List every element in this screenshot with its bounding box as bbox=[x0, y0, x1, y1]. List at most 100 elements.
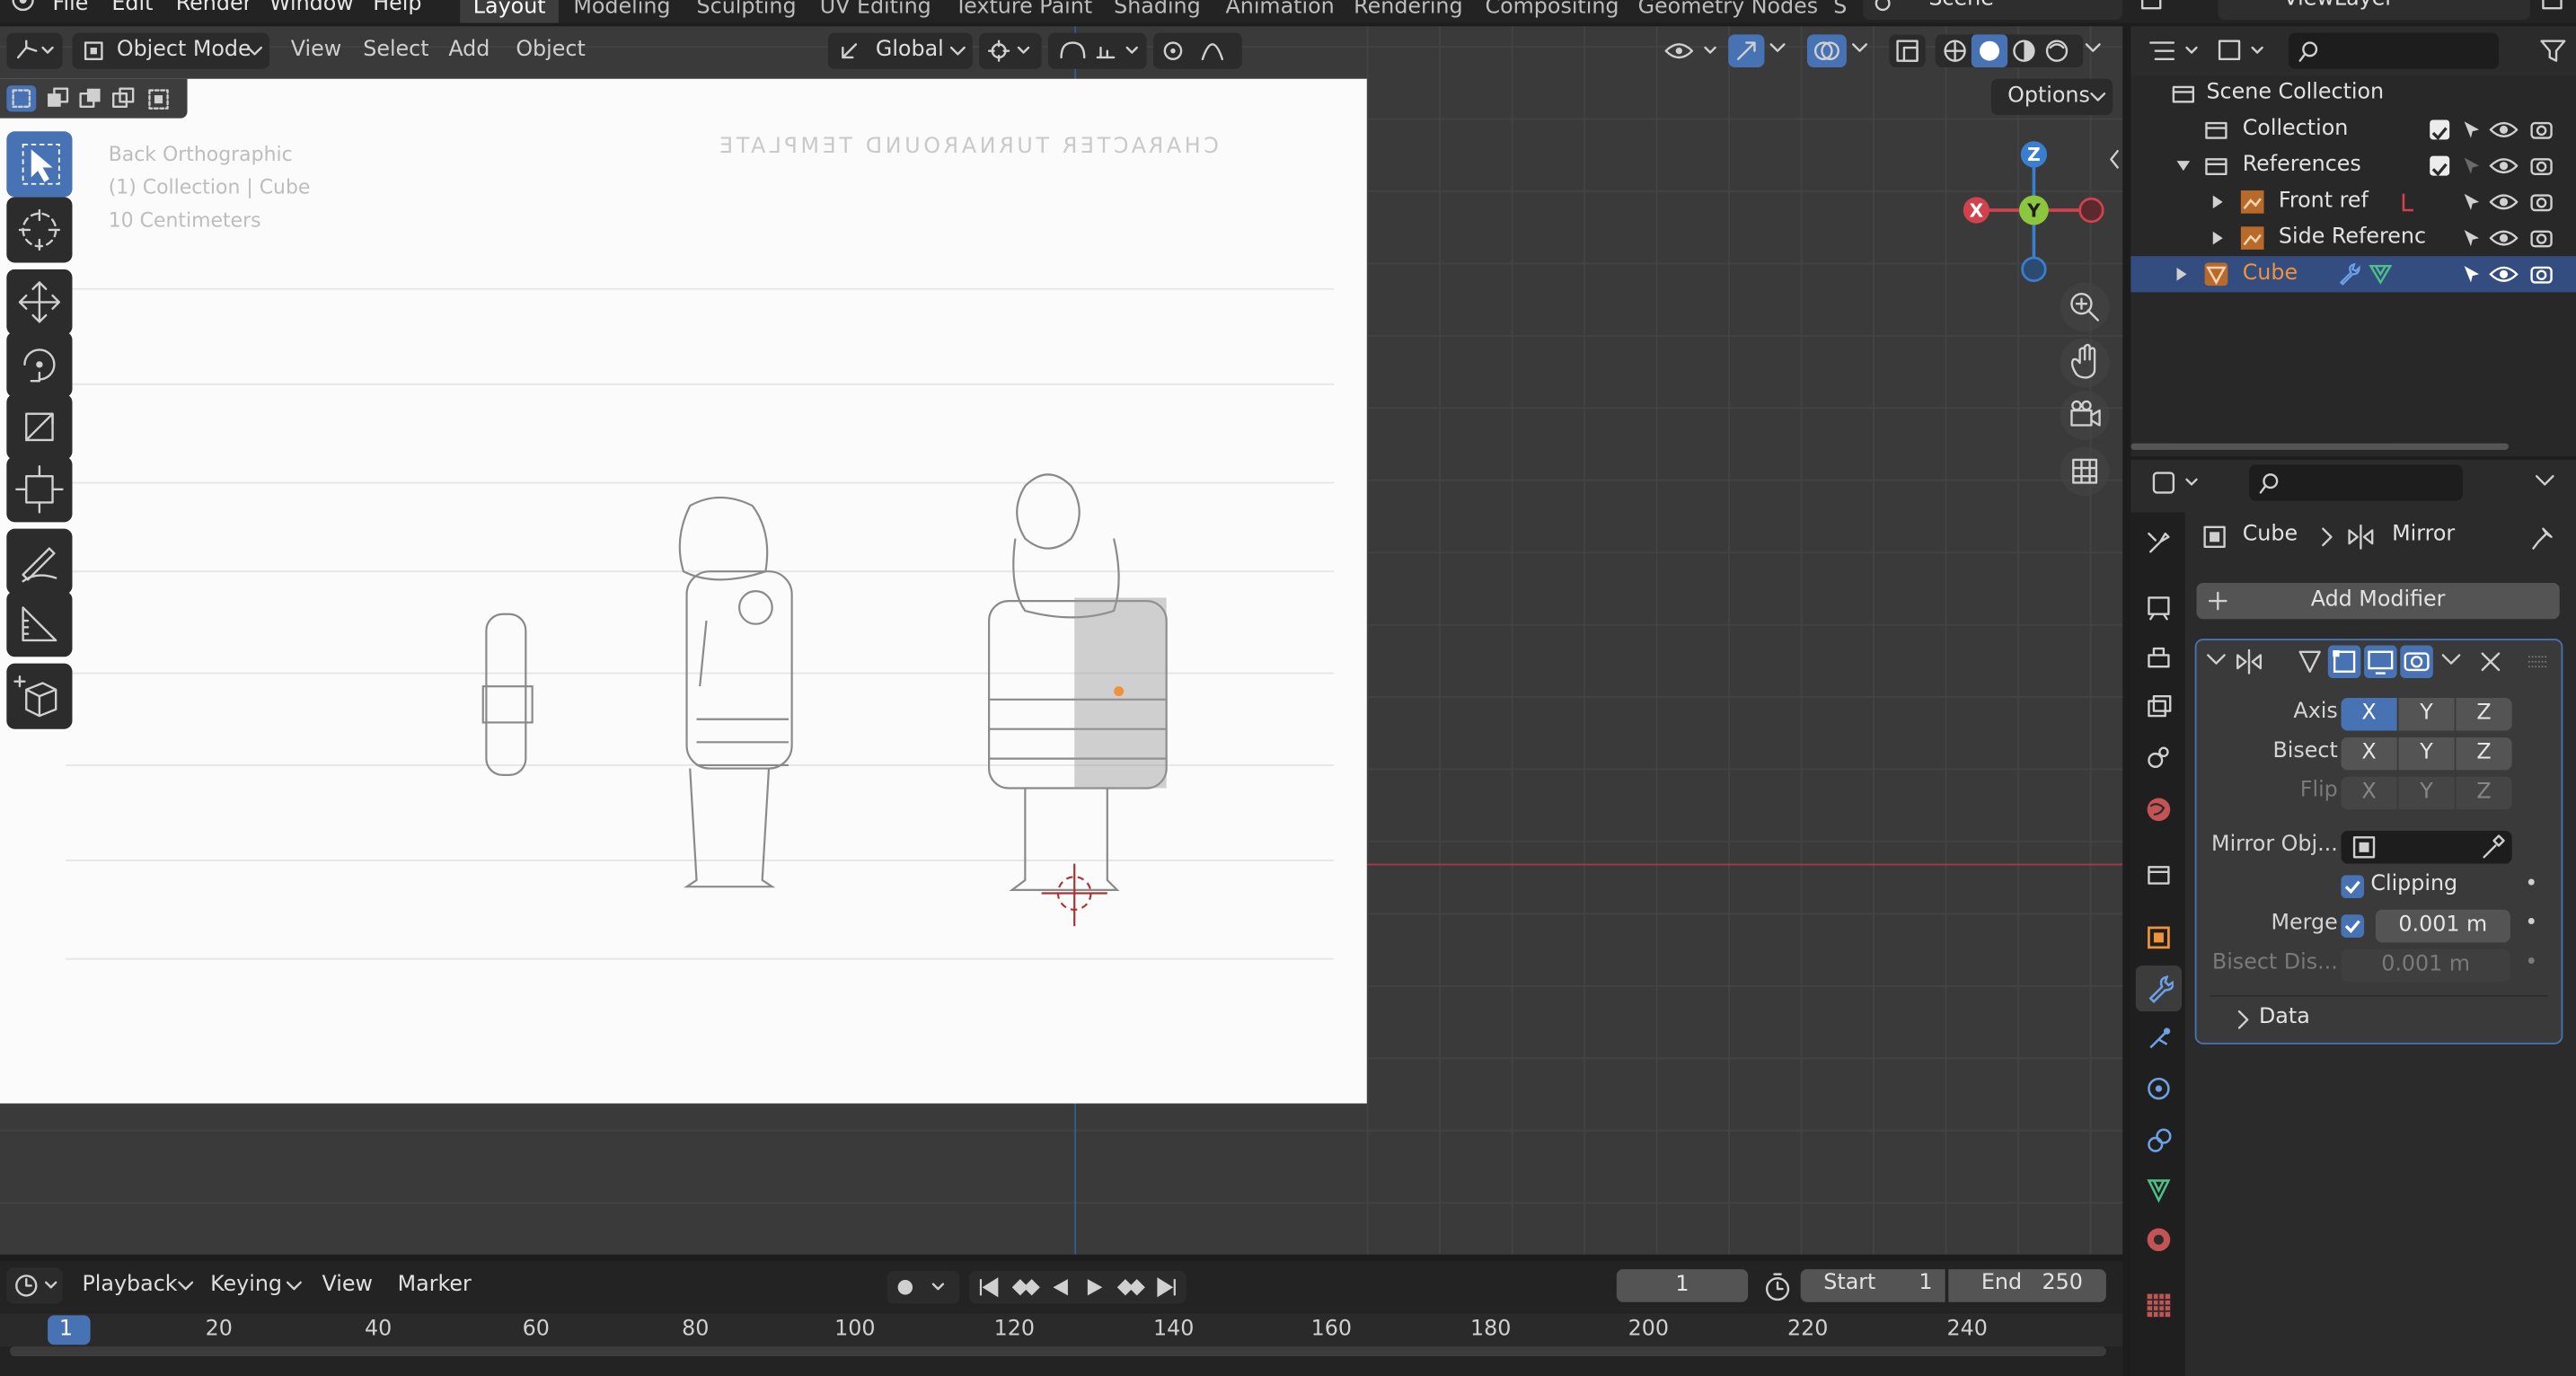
selectable-arrow-icon[interactable] bbox=[2459, 263, 2483, 287]
measure-tool[interactable] bbox=[6, 591, 73, 657]
rendered-shading-icon[interactable] bbox=[2043, 38, 2069, 64]
select-extend-icon[interactable] bbox=[43, 85, 73, 111]
eye-icon[interactable] bbox=[2489, 119, 2519, 142]
select-box-tool[interactable] bbox=[6, 131, 73, 198]
render-camera-icon[interactable] bbox=[2528, 190, 2554, 214]
gizmo-toggle[interactable] bbox=[1728, 34, 1765, 67]
output-tab-icon[interactable] bbox=[2144, 644, 2174, 674]
modifier-options-chevron-icon[interactable] bbox=[2439, 652, 2463, 672]
camera-view-button[interactable] bbox=[2060, 391, 2110, 440]
solid-shading-button[interactable] bbox=[1971, 34, 2008, 67]
scene-selector[interactable]: Scene ✕ bbox=[1863, 0, 2123, 20]
timeline-view-menu[interactable]: View bbox=[322, 1267, 372, 1303]
eyedropper-icon[interactable] bbox=[2479, 834, 2505, 860]
render-camera-icon[interactable] bbox=[2528, 263, 2554, 287]
snapping-toggle[interactable] bbox=[1047, 32, 1147, 69]
pan-button[interactable] bbox=[2060, 338, 2110, 388]
end-frame-field[interactable]: End 250 bbox=[1948, 1269, 2106, 1302]
data-subpanel-header[interactable]: Data bbox=[2210, 994, 2548, 1036]
expand-arrow-icon[interactable] bbox=[2210, 194, 2226, 210]
collapse-chevron-icon[interactable] bbox=[2206, 652, 2226, 668]
playback-menu[interactable]: Playback bbox=[72, 1267, 197, 1303]
tab-compositing[interactable]: Compositing bbox=[1472, 0, 1632, 23]
outliner-search[interactable] bbox=[2288, 32, 2500, 69]
tab-layout[interactable]: Layout bbox=[460, 0, 560, 23]
physics-tab-icon[interactable] bbox=[2144, 1074, 2174, 1104]
axis-y-toggle[interactable]: Y bbox=[2398, 697, 2455, 731]
start-frame-field[interactable]: Start 1 bbox=[1800, 1269, 1945, 1302]
tab-shading[interactable]: Shading bbox=[1100, 0, 1213, 23]
scale-tool[interactable] bbox=[6, 393, 73, 460]
outliner-row-scene-collection[interactable]: Scene Collection bbox=[2130, 75, 2576, 111]
selectable-arrow-icon[interactable] bbox=[2459, 119, 2483, 142]
chevron-down-icon[interactable] bbox=[2532, 470, 2558, 493]
bisect-distance-keyframe-dot-icon[interactable]: • bbox=[2525, 951, 2537, 975]
eye-icon[interactable] bbox=[2489, 190, 2519, 214]
menu-render[interactable]: Render bbox=[176, 0, 252, 16]
timeline-marker-menu[interactable]: Marker bbox=[398, 1267, 472, 1303]
transform-orientation-selector[interactable]: Global bbox=[827, 32, 973, 69]
outliner-row-front-ref[interactable]: Front ref bbox=[2130, 184, 2576, 220]
proportional-editing-toggle[interactable] bbox=[1153, 32, 1242, 69]
menu-edit[interactable]: Edit bbox=[111, 0, 153, 16]
bisect-x-toggle[interactable]: X bbox=[2341, 737, 2397, 771]
texture-tab-icon[interactable] bbox=[2144, 1291, 2174, 1320]
outliner-row-references[interactable]: References bbox=[2130, 148, 2576, 184]
axis-z-toggle[interactable]: Z bbox=[2456, 697, 2512, 731]
annotate-tool[interactable] bbox=[6, 528, 73, 595]
world-tab-icon[interactable] bbox=[2144, 795, 2174, 825]
visibility-dropdown[interactable] bbox=[1663, 36, 1722, 66]
tab-modeling[interactable]: Modeling bbox=[560, 0, 684, 23]
new-scene-icon[interactable] bbox=[2139, 0, 2165, 13]
xray-toggle[interactable] bbox=[1889, 34, 1926, 67]
object-tab-icon[interactable] bbox=[2144, 922, 2174, 952]
current-frame-field[interactable]: 1 bbox=[1616, 1269, 1749, 1302]
select-difference-icon[interactable] bbox=[109, 85, 138, 111]
pivot-point-selector[interactable] bbox=[979, 32, 1042, 69]
merge-keyframe-dot-icon[interactable]: • bbox=[2525, 912, 2537, 936]
view-layer-selector[interactable]: ViewLayer bbox=[2218, 0, 2530, 20]
bisect-z-toggle[interactable]: Z bbox=[2456, 737, 2512, 771]
mirror-object-field[interactable] bbox=[2341, 831, 2512, 864]
overlays-toggle[interactable] bbox=[1806, 34, 1847, 67]
jump-keyframe-forward-icon[interactable] bbox=[1114, 1275, 1147, 1299]
tool-tab-icon[interactable] bbox=[2144, 529, 2174, 559]
timeline-scrollbar[interactable] bbox=[9, 1346, 2106, 1357]
options-dropdown[interactable]: Options bbox=[1990, 78, 2113, 115]
flip-y-toggle[interactable]: Y bbox=[2398, 776, 2455, 810]
viewport-menu-add[interactable]: Add bbox=[448, 33, 490, 69]
cursor-tool[interactable] bbox=[6, 197, 73, 263]
menu-file[interactable]: File bbox=[53, 0, 89, 16]
expand-arrow-icon[interactable] bbox=[2174, 266, 2190, 282]
render-camera-icon[interactable] bbox=[2528, 154, 2554, 178]
zoom-button[interactable] bbox=[2060, 282, 2110, 332]
pin-icon[interactable] bbox=[2530, 524, 2556, 550]
play-reverse-icon[interactable] bbox=[1048, 1275, 1074, 1299]
eye-icon[interactable] bbox=[2489, 154, 2519, 178]
outliner-editor-icon[interactable] bbox=[2148, 36, 2203, 66]
properties-editor-icon[interactable] bbox=[2150, 466, 2203, 499]
ortho-toggle-button[interactable] bbox=[2060, 446, 2110, 497]
constraints-tab-icon[interactable] bbox=[2144, 1126, 2174, 1156]
filter-icon[interactable] bbox=[2538, 36, 2572, 66]
remove-modifier-icon[interactable] bbox=[2479, 650, 2502, 674]
display-mode-icon[interactable] bbox=[2216, 36, 2272, 66]
material-shading-icon[interactable] bbox=[2011, 38, 2037, 64]
outliner-row-cube[interactable]: Cube bbox=[2130, 256, 2576, 293]
clipping-keyframe-dot-icon[interactable]: • bbox=[2525, 872, 2537, 896]
selectable-arrow-disabled-icon[interactable] bbox=[2459, 154, 2483, 178]
viewport-menu-select[interactable]: Select bbox=[363, 33, 428, 69]
tab-geometry-nodes[interactable]: Geometry Nodes bbox=[1625, 0, 1831, 23]
eye-icon[interactable] bbox=[2489, 226, 2519, 250]
properties-search[interactable] bbox=[2249, 464, 2463, 501]
blender-logo-icon[interactable] bbox=[6, 0, 40, 16]
drag-handle-icon[interactable] bbox=[2525, 652, 2551, 672]
expand-arrow-icon[interactable] bbox=[2174, 158, 2193, 174]
jump-end-icon[interactable] bbox=[1153, 1275, 1179, 1299]
gizmo-dropdown-icon[interactable] bbox=[1768, 40, 1791, 59]
merge-distance-field[interactable]: 0.001 m bbox=[2375, 909, 2510, 943]
render-camera-icon[interactable] bbox=[2528, 226, 2554, 250]
bisect-y-toggle[interactable]: Y bbox=[2398, 737, 2455, 771]
select-intersect-icon[interactable] bbox=[145, 85, 174, 111]
scene-tab-icon[interactable] bbox=[2144, 742, 2174, 772]
